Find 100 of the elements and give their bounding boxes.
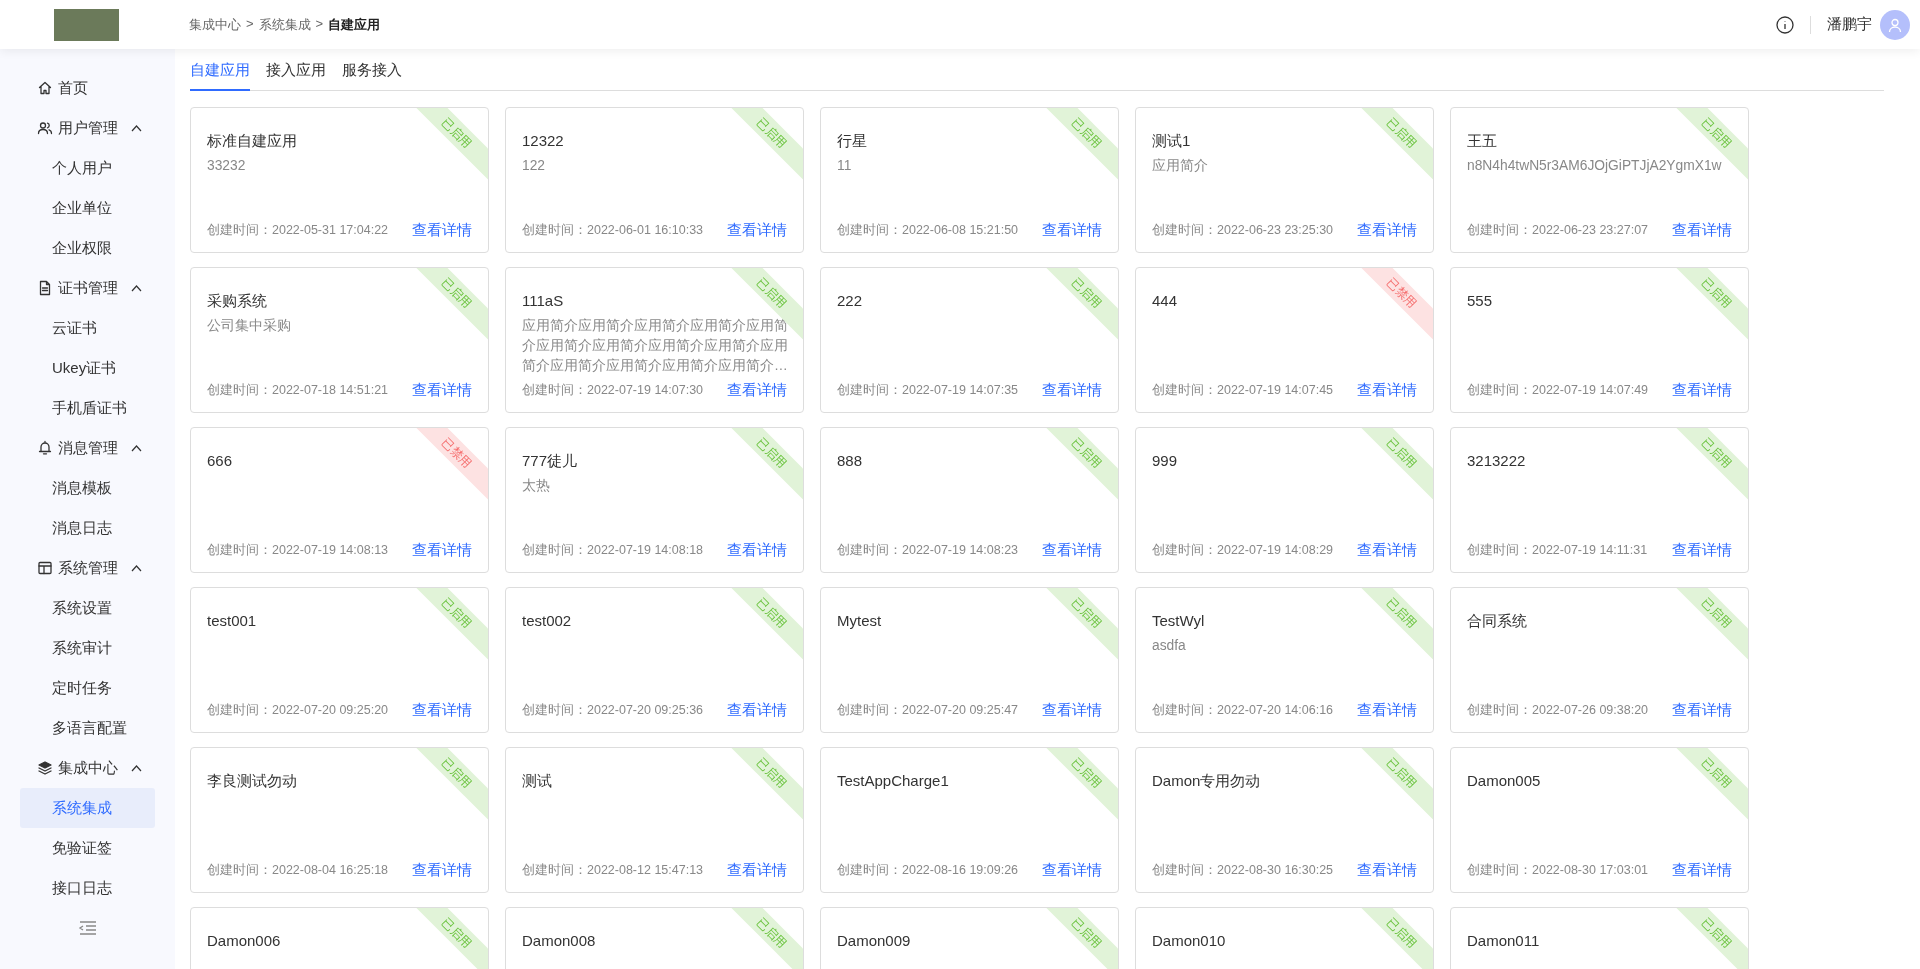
- sidebar-subitem[interactable]: 企业权限: [20, 228, 155, 268]
- details-link[interactable]: 查看详情: [727, 861, 787, 880]
- sidebar-subitem[interactable]: 系统审计: [20, 628, 155, 668]
- app-description: 33232: [207, 157, 247, 175]
- sidebar-subitem[interactable]: 个人用户: [20, 148, 155, 188]
- sidebar-subitem[interactable]: 系统集成: [20, 788, 155, 828]
- sidebar-subitem[interactable]: 接口日志: [20, 868, 155, 908]
- sidebar-item[interactable]: 消息管理: [0, 428, 175, 468]
- created-time: 创建时间：2022-07-20 09:25:20: [207, 702, 389, 719]
- details-link[interactable]: 查看详情: [1357, 701, 1417, 720]
- app-title: Mytest: [837, 611, 882, 631]
- details-link[interactable]: 查看详情: [727, 381, 787, 400]
- app-title: TestAppCharge1: [837, 771, 949, 791]
- details-link[interactable]: 查看详情: [1357, 221, 1417, 240]
- app-description: 公司集中采购: [207, 317, 292, 335]
- sidebar-subitem[interactable]: 云证书: [20, 308, 155, 348]
- details-link[interactable]: 查看详情: [1357, 381, 1417, 400]
- users-icon: [37, 120, 53, 136]
- tab[interactable]: 服务接入: [342, 49, 402, 91]
- created-time: 创建时间：2022-07-19 14:08:13: [207, 542, 389, 559]
- sidebar-item[interactable]: 用户管理: [0, 108, 175, 148]
- app-title: 标准自建应用: [207, 131, 297, 151]
- home-icon: [37, 80, 53, 96]
- details-link[interactable]: 查看详情: [412, 861, 472, 880]
- breadcrumb-item[interactable]: 系统集成: [258, 15, 311, 34]
- created-time: 创建时间：2022-07-18 14:51:21: [207, 382, 389, 399]
- app-title: TestWyl: [1152, 611, 1205, 631]
- tab[interactable]: 接入应用: [266, 49, 326, 91]
- sidebar-item[interactable]: 首页: [0, 68, 175, 108]
- sidebar-subitem[interactable]: 消息模板: [20, 468, 155, 508]
- sidebar-subitem[interactable]: 多语言配置: [20, 708, 155, 748]
- sidebar-subitem[interactable]: 系统设置: [20, 588, 155, 628]
- created-time: 创建时间：2022-07-20 09:25:36: [522, 702, 704, 719]
- details-link[interactable]: 查看详情: [1672, 381, 1732, 400]
- created-time: 创建时间：2022-05-31 17:04:22: [207, 222, 389, 239]
- created-time: 创建时间：2022-07-19 14:11:31: [1467, 542, 1648, 559]
- sidebar-subitem[interactable]: 企业单位: [20, 188, 155, 228]
- app-description: n8N4h4twN5r3AM6JOjGiPTJjA2YgmX1w: [1467, 157, 1723, 175]
- app-title: Damon专用勿动: [1152, 771, 1261, 791]
- details-link[interactable]: 查看详情: [1672, 861, 1732, 880]
- breadcrumb-item[interactable]: 集成中心: [189, 15, 241, 34]
- document-icon: [37, 280, 53, 296]
- sidebar-item[interactable]: 系统管理: [0, 548, 175, 588]
- app-title: 王五: [1467, 131, 1497, 151]
- layout-icon: [37, 560, 53, 576]
- chevron-up-icon: [131, 124, 142, 132]
- details-link[interactable]: 查看详情: [727, 541, 787, 560]
- breadcrumb-separator: >: [246, 15, 254, 33]
- app-title: 12322: [522, 131, 564, 151]
- app-title: 555: [1467, 291, 1493, 311]
- created-time: 创建时间：2022-06-23 23:27:07: [1467, 222, 1649, 239]
- details-link[interactable]: 查看详情: [1672, 701, 1732, 720]
- app-title: 888: [837, 451, 863, 471]
- chevron-up-icon: [131, 284, 142, 292]
- sidebar-item[interactable]: 集成中心: [0, 748, 175, 788]
- user-name[interactable]: 潘鹏宇: [1827, 15, 1872, 34]
- collapse-menu-icon[interactable]: [77, 920, 98, 936]
- app-title: 采购系统: [207, 291, 267, 311]
- sidebar-subitem[interactable]: 定时任务: [20, 668, 155, 708]
- app-title: 444: [1152, 291, 1178, 311]
- app-title: Damon009: [837, 931, 911, 951]
- details-link[interactable]: 查看详情: [727, 221, 787, 240]
- created-time: 创建时间：2022-07-19 14:08:23: [837, 542, 1019, 559]
- details-link[interactable]: 查看详情: [1042, 861, 1102, 880]
- details-link[interactable]: 查看详情: [412, 221, 472, 240]
- logo-photo-placeholder: [54, 8, 119, 41]
- app-title: test001: [207, 611, 257, 631]
- details-link[interactable]: 查看详情: [1357, 541, 1417, 560]
- details-link[interactable]: 查看详情: [1672, 541, 1732, 560]
- details-link[interactable]: 查看详情: [412, 381, 472, 400]
- sidebar-subitem[interactable]: 手机盾证书: [20, 388, 155, 428]
- app-title: 666: [207, 451, 233, 471]
- details-link[interactable]: 查看详情: [412, 541, 472, 560]
- tab[interactable]: 自建应用: [190, 49, 250, 91]
- details-link[interactable]: 查看详情: [1357, 861, 1417, 880]
- app-description: 太热: [522, 477, 551, 495]
- app-description: 应用简介应用简介应用简介应用简介应用简介应用简介应用简介应用简介应用简介应用简介应用简介应用简介应用简介应用简介…: [522, 317, 789, 375]
- app-title: 合同系统: [1467, 611, 1527, 631]
- app-description: asdfa: [1152, 637, 1187, 655]
- details-link[interactable]: 查看详情: [1672, 221, 1732, 240]
- app-title: Damon008: [522, 931, 596, 951]
- sidebar-subitem[interactable]: Ukey证书: [20, 348, 155, 388]
- sidebar-subitem[interactable]: 消息日志: [20, 508, 155, 548]
- app-title: 测试: [522, 771, 552, 791]
- details-link[interactable]: 查看详情: [1042, 541, 1102, 560]
- sidebar-item[interactable]: 证书管理: [0, 268, 175, 308]
- created-time: 创建时间：2022-07-20 09:25:47: [837, 702, 1019, 719]
- details-link[interactable]: 查看详情: [1042, 701, 1102, 720]
- bell-icon: [37, 440, 53, 456]
- details-link[interactable]: 查看详情: [727, 701, 787, 720]
- details-link[interactable]: 查看详情: [1042, 221, 1102, 240]
- created-time: 创建时间：2022-08-30 17:03:01: [1467, 862, 1649, 879]
- details-link[interactable]: 查看详情: [412, 701, 472, 720]
- created-time: 创建时间：2022-07-19 14:08:18: [522, 542, 704, 559]
- app-title: 行星: [837, 131, 867, 151]
- created-time: 创建时间：2022-07-19 14:07:45: [1152, 382, 1334, 399]
- avatar-icon[interactable]: [1880, 9, 1910, 40]
- info-icon[interactable]: [1776, 15, 1794, 34]
- sidebar-subitem[interactable]: 免验证签: [20, 828, 155, 868]
- details-link[interactable]: 查看详情: [1042, 381, 1102, 400]
